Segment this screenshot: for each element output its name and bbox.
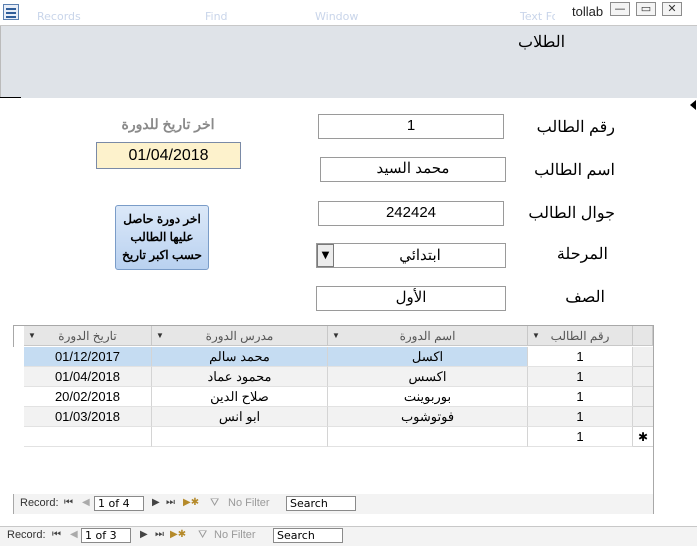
table-cell-course[interactable]: فوتوشوب <box>328 407 528 427</box>
form-title: الطلاب <box>518 34 566 51</box>
table-cell-date[interactable]: 01/03/2018 <box>24 407 152 427</box>
last-record-icon[interactable]: ⏭ <box>155 529 164 540</box>
section-marker-icon <box>690 100 696 110</box>
row-selector[interactable] <box>633 367 653 387</box>
table-cell-empty[interactable] <box>328 427 528 447</box>
subform-record-position[interactable]: 1 of 4 <box>94 496 144 511</box>
previous-record-icon[interactable]: ◀ <box>70 529 78 540</box>
chevron-down-icon[interactable]: ▼ <box>28 326 36 346</box>
table-cell-course[interactable]: اكسل <box>328 347 528 367</box>
main-search-input[interactable]: Search <box>273 528 343 543</box>
student-mobile-field[interactable]: 242424 <box>318 201 504 226</box>
main-filter-label[interactable]: No Filter <box>214 529 256 541</box>
last-course-date-label: اخر تاريخ للدورة <box>121 116 215 132</box>
button-line: اخر دورة حاصل <box>123 212 201 226</box>
first-record-icon[interactable]: ⏮ <box>52 529 61 540</box>
table-cell-empty[interactable] <box>152 427 328 447</box>
new-record-nav-icon[interactable]: ▶✱ <box>170 529 186 540</box>
select-all-corner[interactable] <box>633 326 653 346</box>
row-selector[interactable] <box>633 407 653 427</box>
new-record-icon[interactable]: ✱ <box>633 427 653 447</box>
minimize-button[interactable]: — <box>610 2 630 16</box>
record-selector-line <box>0 97 21 98</box>
student-name-field[interactable]: محمد السيد <box>320 157 506 182</box>
subform-left-margin <box>13 347 23 494</box>
last-course-date-field[interactable]: 01/04/2018 <box>96 142 241 169</box>
form-icon[interactable] <box>3 4 19 20</box>
ghost-label: Text Formatting <box>520 10 555 22</box>
subform-filter-label[interactable]: No Filter <box>228 497 270 509</box>
chevron-down-icon[interactable]: ▼ <box>532 326 540 346</box>
student-no-label: رقم الطالب <box>536 119 615 136</box>
column-header-course[interactable]: ▼ اسم الدورة <box>328 326 528 346</box>
stage-label: المرحلة <box>556 246 608 263</box>
student-no-field[interactable]: 1 <box>318 114 504 139</box>
column-header-student-no[interactable]: ▼ رقم الطالب <box>528 326 633 346</box>
subform-search-input[interactable]: Search <box>286 496 356 511</box>
form-header <box>0 26 697 98</box>
button-line: حسب اكبر تاريخ <box>122 248 202 262</box>
student-name-label: اسم الطالب <box>534 162 615 179</box>
table-cell-student-no[interactable]: 1 <box>528 347 633 367</box>
first-record-icon[interactable]: ⏮ <box>64 497 73 508</box>
restore-button[interactable]: ▭ <box>636 2 656 16</box>
table-cell-student-no[interactable]: 1 <box>528 387 633 407</box>
chevron-down-icon[interactable]: ▼ <box>156 326 164 346</box>
button-line: عليها الطالب <box>130 230 194 244</box>
grade-label: الصف <box>565 289 605 306</box>
next-record-icon[interactable]: ▶ <box>140 529 148 540</box>
next-record-icon[interactable]: ▶ <box>152 497 160 508</box>
student-mobile-label: جوال الطالب <box>528 205 615 222</box>
table-cell-teacher[interactable]: ابو انس <box>152 407 328 427</box>
table-cell-student-no[interactable]: 1 <box>528 367 633 387</box>
new-record-nav-icon[interactable]: ▶✱ <box>183 497 199 508</box>
window-title: tollab <box>572 4 604 19</box>
last-course-button[interactable]: اخر دورة حاصل عليها الطالب حسب اكبر تاري… <box>115 205 209 270</box>
filter-icon[interactable]: ⛛ <box>198 529 207 542</box>
column-header-date[interactable]: ▼ تاريخ الدورة <box>24 326 152 346</box>
row-selector[interactable] <box>633 347 653 367</box>
stage-value: ابتدائي <box>399 247 441 264</box>
table-cell-date[interactable]: 01/12/2017 <box>24 347 152 367</box>
table-cell-teacher[interactable]: محمود عماد <box>152 367 328 387</box>
subform-record-label: Record: <box>20 497 59 509</box>
table-cell-date[interactable]: 01/04/2018 <box>24 367 152 387</box>
previous-record-icon[interactable]: ◀ <box>82 497 90 508</box>
table-cell-empty[interactable] <box>24 427 152 447</box>
main-record-position[interactable]: 1 of 3 <box>81 528 131 543</box>
chevron-down-icon[interactable]: ▼ <box>332 326 340 346</box>
table-cell-teacher[interactable]: صلاح الدين <box>152 387 328 407</box>
row-selector[interactable] <box>633 387 653 407</box>
table-cell-date[interactable]: 20/02/2018 <box>24 387 152 407</box>
ghost-label: Records <box>37 10 81 22</box>
ghost-label: Find <box>205 10 228 22</box>
ribbon-ghost: Records Find Window Text Formatting <box>25 2 555 22</box>
chevron-down-icon[interactable]: ▼ <box>317 244 334 267</box>
ghost-label: Window <box>315 10 359 22</box>
last-record-icon[interactable]: ⏭ <box>166 497 175 508</box>
close-button[interactable]: ✕ <box>662 2 682 16</box>
column-header-teacher[interactable]: ▼ مدرس الدورة <box>152 326 328 346</box>
main-record-label: Record: <box>7 529 46 541</box>
table-cell-course[interactable]: اكسس <box>328 367 528 387</box>
filter-icon[interactable]: ⛛ <box>210 497 219 510</box>
table-cell-teacher[interactable]: محمد سالم <box>152 347 328 367</box>
table-cell-student-no[interactable]: 1 <box>528 407 633 427</box>
table-cell-course[interactable]: بوربوينت <box>328 387 528 407</box>
new-row-student-no[interactable]: 1 <box>528 427 633 447</box>
grade-field[interactable]: الأول <box>316 286 506 311</box>
